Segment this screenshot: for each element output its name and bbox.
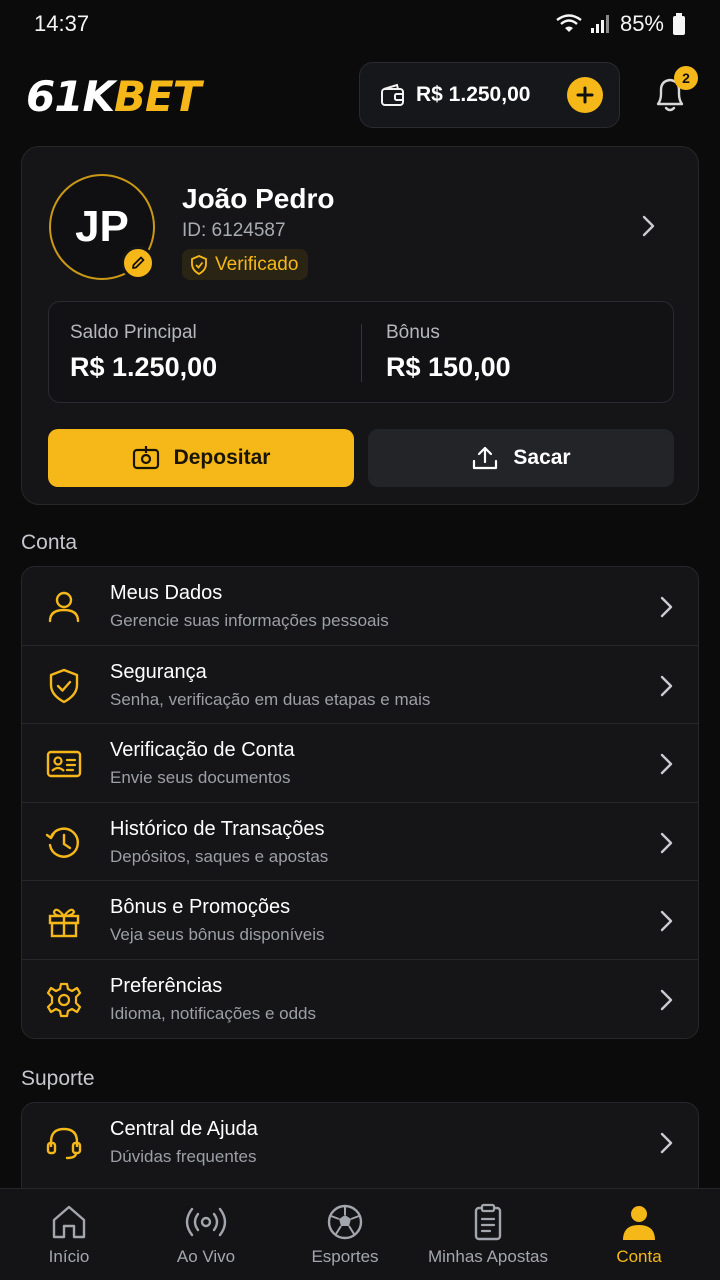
- chevron-right-icon: [660, 675, 673, 696]
- status-icons: 85%: [556, 11, 686, 37]
- id-card-icon: [46, 750, 82, 778]
- menu-item-preferences[interactable]: Preferências Idioma, notificações e odds: [22, 960, 698, 1038]
- menu-item-title: Verificação de Conta: [110, 739, 295, 762]
- logo-part-2: BET: [114, 71, 201, 121]
- wallet-icon: [381, 83, 404, 106]
- notification-count-badge: 2: [674, 66, 698, 90]
- user-icon: [48, 591, 80, 623]
- clipboard-icon: [474, 1203, 502, 1241]
- deposit-label: Depositar: [173, 446, 271, 469]
- user-filled-icon: [623, 1206, 655, 1240]
- balance-divider: [361, 324, 362, 382]
- verified-label: Verificado: [215, 253, 299, 275]
- headset-icon: [46, 1127, 82, 1160]
- menu-item-title: Histórico de Transações: [110, 817, 325, 840]
- logo-part-1: 61K: [26, 71, 115, 121]
- battery-icon: [673, 13, 685, 35]
- shield-check-icon: [191, 254, 207, 275]
- home-icon: [52, 1205, 86, 1239]
- account-menu: Meus Dados Gerencie suas informações pes…: [21, 566, 699, 1039]
- chevron-right-icon[interactable]: [638, 213, 658, 239]
- menu-item-title: Preferências: [110, 974, 223, 997]
- upload-icon: [473, 446, 498, 470]
- edit-avatar-button[interactable]: [121, 246, 155, 280]
- menu-item-subtitle: Idioma, notificações e odds: [110, 1003, 317, 1023]
- nav-label: Esportes: [311, 1247, 379, 1266]
- chevron-right-icon: [660, 1132, 673, 1154]
- chevron-right-icon: [660, 911, 673, 932]
- menu-item-title: Central de Ajuda: [110, 1118, 258, 1140]
- nav-item-my-bets[interactable]: Minhas Apostas: [418, 1189, 558, 1280]
- wifi-icon: [556, 14, 582, 32]
- chevron-right-icon: [660, 989, 673, 1011]
- soccer-ball-icon: [327, 1204, 363, 1240]
- main-balance-label: Saldo Principal: [70, 322, 197, 343]
- nav-label: Início: [48, 1247, 90, 1266]
- bonus-balance-label: Bônus: [386, 322, 440, 343]
- menu-item-title: Segurança: [110, 660, 207, 683]
- menu-item-my-data[interactable]: Meus Dados Gerencie suas informações pes…: [22, 567, 698, 646]
- live-icon: [185, 1207, 227, 1237]
- nav-label: Conta: [616, 1247, 662, 1266]
- menu-item-subtitle: Veja seus bônus disponíveis: [110, 925, 325, 945]
- brand-logo[interactable]: 61KBET: [26, 71, 201, 121]
- verified-badge: Verificado: [182, 249, 309, 280]
- withdraw-label: Sacar: [513, 446, 571, 469]
- nav-label: Minhas Apostas: [427, 1247, 548, 1266]
- menu-item-subtitle: Senha, verificação em duas etapas e mais: [110, 689, 431, 709]
- pencil-icon: [132, 256, 145, 269]
- nav-item-account[interactable]: Conta: [590, 1189, 688, 1280]
- deposit-button[interactable]: Depositar: [48, 429, 354, 487]
- profile-card: JP João Pedro ID: 6124587 Verificado Sal…: [21, 146, 699, 505]
- menu-item-account-verification[interactable]: Verificação de Conta Envie seus document…: [22, 724, 698, 803]
- nav-item-home[interactable]: Início: [20, 1189, 118, 1280]
- menu-item-subtitle: Envie seus documentos: [110, 768, 291, 788]
- gear-icon: [46, 982, 82, 1018]
- wallet-amount: R$ 1.250,00: [416, 83, 531, 106]
- status-time: 14:37: [34, 11, 90, 36]
- main-balance: Saldo Principal R$ 1.250,00: [70, 322, 217, 383]
- deposit-icon: [132, 446, 159, 470]
- menu-item-title: Bônus e Promoções: [110, 896, 291, 919]
- add-funds-button[interactable]: [567, 77, 603, 113]
- section-title-support: Suporte: [21, 1067, 95, 1090]
- status-bar: 14:37 85%: [0, 0, 720, 48]
- balance-summary: Saldo Principal R$ 1.250,00 Bônus R$ 150…: [48, 301, 674, 403]
- withdraw-button[interactable]: Sacar: [368, 429, 674, 487]
- nav-item-live[interactable]: Ao Vivo: [157, 1189, 255, 1280]
- signal-icon: [590, 15, 609, 33]
- menu-item-security[interactable]: Segurança Senha, verificação em duas eta…: [22, 646, 698, 725]
- menu-item-subtitle: Depósitos, saques e apostas: [110, 846, 329, 866]
- menu-item-title: Meus Dados: [110, 582, 223, 604]
- plus-icon: [576, 86, 594, 104]
- shield-check-icon: [49, 668, 79, 703]
- gift-icon: [48, 909, 80, 938]
- app-header: 61KBET R$ 1.250,00 2: [0, 60, 720, 132]
- menu-item-transaction-history[interactable]: Histórico de Transações Depósitos, saque…: [22, 803, 698, 882]
- nav-item-sports[interactable]: Esportes: [296, 1189, 394, 1280]
- bottom-navigation: Início Ao Vivo Esportes Minhas Apostas C…: [0, 1188, 720, 1280]
- notifications-button[interactable]: 2: [650, 66, 698, 120]
- menu-item-subtitle: Gerencie suas informações pessoais: [110, 611, 389, 630]
- main-balance-value: R$ 1.250,00: [70, 352, 218, 382]
- bonus-balance-value: R$ 150,00: [386, 352, 511, 382]
- chevron-right-icon: [660, 832, 673, 853]
- menu-item-subtitle: Dúvidas frequentes: [110, 1147, 257, 1166]
- user-id: ID: 6124587: [182, 220, 286, 241]
- battery-percent: 85%: [619, 11, 664, 36]
- section-title-account: Conta: [21, 531, 78, 554]
- wallet-balance-button[interactable]: R$ 1.250,00: [359, 62, 620, 128]
- user-name: João Pedro: [182, 183, 335, 214]
- bonus-balance: Bônus R$ 150,00: [386, 322, 511, 383]
- history-icon: [45, 827, 79, 858]
- avatar-initials: JP: [75, 202, 129, 251]
- chevron-right-icon: [660, 753, 673, 775]
- chevron-right-icon: [660, 596, 673, 618]
- nav-label: Ao Vivo: [176, 1247, 236, 1266]
- menu-item-bonus-promotions[interactable]: Bônus e Promoções Veja seus bônus dispon…: [22, 881, 698, 960]
- menu-item-help-center[interactable]: Central de Ajuda Dúvidas frequentes: [22, 1103, 698, 1182]
